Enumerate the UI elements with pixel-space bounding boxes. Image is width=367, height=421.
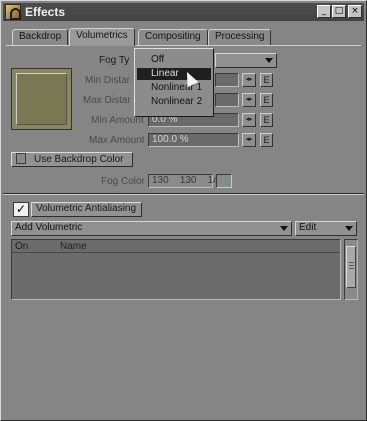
use-backdrop-color-label: Use Backdrop Color — [34, 154, 124, 165]
grip-line — [349, 262, 354, 263]
tab-compositing[interactable]: Compositing — [138, 29, 208, 45]
menu-item-nonlinear-1[interactable]: Nonlinear 1 — [137, 82, 211, 94]
add-volumetric-label: Add Volumetric — [15, 222, 83, 233]
volumetric-antialiasing-label[interactable]: Volumetric Antialiasing — [31, 202, 142, 217]
tab-processing[interactable]: Processing — [208, 29, 272, 45]
edit-dropdown[interactable]: Edit — [295, 221, 357, 236]
grip-line — [349, 265, 354, 266]
max-amount-envelope-button[interactable]: ◂▸ — [242, 133, 256, 147]
max-amount-label: Max Amount — [89, 135, 145, 146]
max-distance-field[interactable] — [215, 93, 239, 107]
fog-preview — [11, 68, 72, 130]
fog-color-r: 130 — [152, 175, 169, 186]
fog-color-field[interactable]: 130 130 140 — [148, 174, 224, 188]
close-button[interactable]: × — [348, 5, 362, 18]
max-amount-field[interactable]: 100.0 % — [148, 133, 239, 147]
list-header: On Name — [12, 240, 340, 253]
fog-type-dropdown[interactable] — [215, 53, 277, 68]
min-amount-e-button[interactable]: E — [260, 113, 273, 127]
chevron-down-icon — [345, 226, 353, 231]
column-header-on[interactable]: On — [15, 241, 28, 252]
min-distance-e-button[interactable]: E — [260, 73, 273, 87]
fog-type-menu: Off Linear Nonlinear 1 Nonlinear 2 — [134, 48, 214, 117]
column-header-name[interactable]: Name — [60, 241, 87, 252]
add-volumetric-dropdown[interactable]: Add Volumetric — [11, 221, 292, 236]
fog-type-label: Fog Ty — [99, 55, 130, 66]
use-backdrop-color-toggle[interactable]: Use Backdrop Color — [11, 152, 133, 167]
chevron-down-icon — [280, 226, 288, 231]
scrollbar-thumb[interactable] — [346, 246, 356, 288]
min-amount-envelope-button[interactable]: ◂▸ — [242, 113, 256, 127]
window-title: Effects — [25, 5, 66, 19]
volumetric-antialiasing-checkbox[interactable]: ✓ — [13, 202, 29, 217]
list-scrollbar[interactable] — [344, 239, 358, 300]
section-divider — [3, 193, 364, 195]
maximize-button[interactable]: □ — [332, 5, 346, 18]
title-bar[interactable]: Effects _ □ × — [3, 3, 364, 21]
min-distance-field[interactable] — [215, 73, 239, 87]
max-distance-envelope-button[interactable]: ◂▸ — [242, 93, 256, 107]
fog-color-swatch[interactable] — [216, 174, 232, 188]
menu-item-off[interactable]: Off — [137, 54, 211, 66]
volumetric-list[interactable]: On Name — [11, 239, 341, 300]
min-distance-label: Min Distar — [85, 75, 131, 86]
fog-preview-swatch — [16, 73, 67, 125]
min-distance-envelope-button[interactable]: ◂▸ — [242, 73, 256, 87]
grip-line — [349, 268, 354, 269]
fog-color-g: 130 — [179, 175, 197, 186]
lightwave-app-icon — [5, 4, 21, 20]
max-distance-label: Max Distar — [83, 95, 131, 106]
edit-label: Edit — [299, 222, 317, 233]
menu-item-linear[interactable]: Linear — [137, 68, 211, 80]
fog-color-label: Fog Color — [101, 176, 145, 187]
minimize-button[interactable]: _ — [317, 5, 331, 18]
chevron-down-icon — [265, 58, 273, 63]
tab-volumetrics[interactable]: Volumetrics — [69, 28, 135, 46]
max-amount-e-button[interactable]: E — [260, 133, 273, 147]
tab-backdrop[interactable]: Backdrop — [12, 29, 69, 45]
checkbox-icon — [16, 153, 26, 164]
menu-item-nonlinear-2[interactable]: Nonlinear 2 — [137, 96, 211, 108]
max-distance-e-button[interactable]: E — [260, 93, 273, 107]
effects-window: Effects _ □ × Backdrop Volumetrics Compo… — [0, 0, 367, 421]
